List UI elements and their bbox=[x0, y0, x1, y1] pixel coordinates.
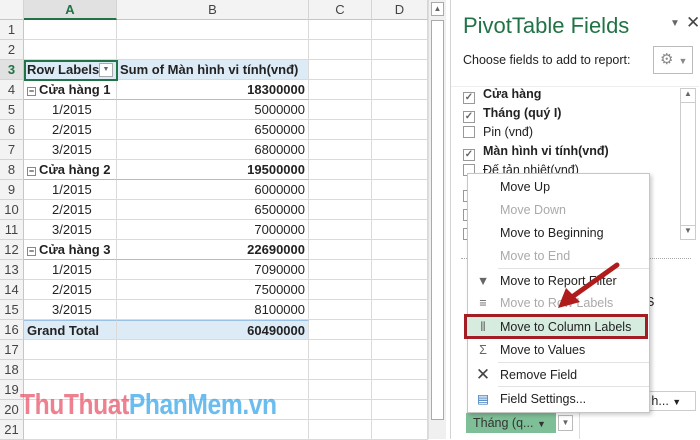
watermark-logo: ThuThuatPhanMem.vn bbox=[20, 389, 277, 421]
callout-arrow-icon bbox=[558, 262, 620, 308]
